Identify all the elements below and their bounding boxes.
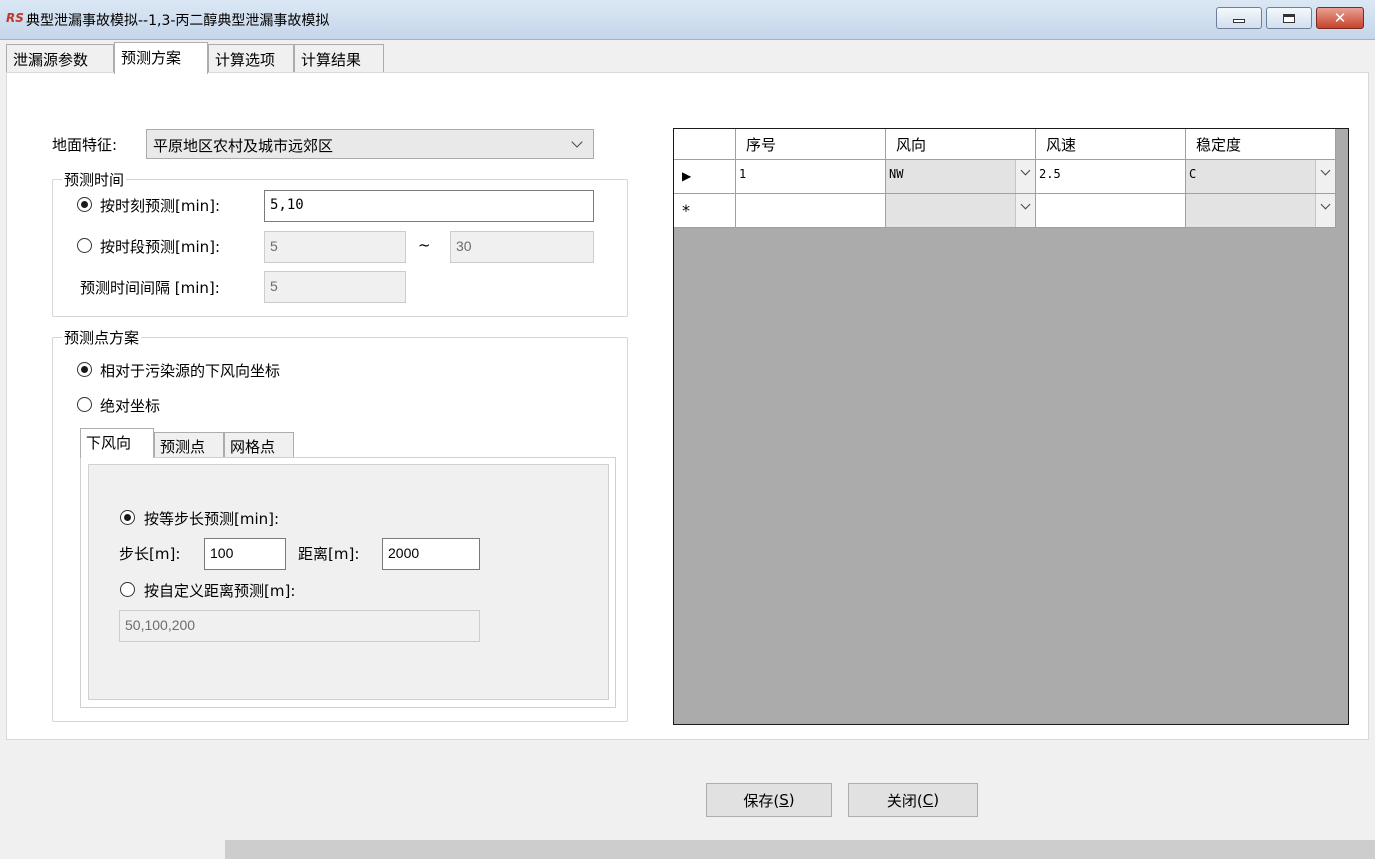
title-bar[interactable]: RS 典型泄漏事故模拟--1,3-丙二醇典型泄漏事故模拟 ✕: [0, 0, 1375, 40]
distance-label: 距离[m]:: [298, 545, 360, 563]
app-logo-icon: RS: [6, 11, 24, 25]
minimize-button[interactable]: [1216, 7, 1262, 29]
column-header-speed[interactable]: 风速: [1036, 129, 1186, 160]
close-button[interactable]: 关闭(C): [848, 783, 978, 817]
stability-dropdown-button[interactable]: [1315, 194, 1335, 227]
chevron-down-icon: [1320, 165, 1331, 176]
ground-feature-value: 平原地区农村及城市远郊区: [153, 137, 334, 155]
column-header-stability[interactable]: 稳定度: [1186, 129, 1336, 160]
maximize-button[interactable]: [1266, 7, 1312, 29]
step-label: 步长[m]:: [119, 545, 181, 563]
chevron-down-icon: [571, 136, 583, 148]
column-header-direction[interactable]: 风向: [886, 129, 1036, 160]
range-from-input[interactable]: 5: [264, 231, 406, 263]
step-mode-label: 按等步长预测[min]:: [144, 510, 280, 528]
radio-unselected-icon: [120, 582, 135, 597]
step-input[interactable]: 100: [204, 538, 286, 570]
grid-cell-speed[interactable]: 2.5: [1036, 160, 1186, 194]
grid-new-cell-direction-select[interactable]: [886, 194, 1036, 228]
row-header-new[interactable]: *: [674, 194, 736, 228]
grid-cell-stability-value: C: [1189, 167, 1197, 181]
radio-unselected-icon: [77, 238, 92, 253]
save-shortcut-key: S: [779, 791, 789, 809]
direction-dropdown-button[interactable]: [1015, 160, 1035, 193]
radio-selected-icon: [77, 362, 92, 377]
range-to-input[interactable]: 30: [450, 231, 594, 263]
moment-radio[interactable]: [77, 197, 92, 216]
chevron-down-icon: [1320, 199, 1331, 210]
close-shortcut-key: C: [922, 791, 934, 809]
grid-cell-direction-select[interactable]: NW: [886, 160, 1036, 194]
grid-cell-stability-select[interactable]: C: [1186, 160, 1336, 194]
direction-dropdown-button[interactable]: [1015, 194, 1035, 227]
close-window-button[interactable]: ✕: [1316, 7, 1364, 29]
close-icon: ✕: [1333, 8, 1347, 27]
step-mode-radio[interactable]: [120, 510, 135, 529]
tab-calc-results[interactable]: 计算结果: [294, 44, 384, 72]
tab-downwind[interactable]: 下风向: [80, 428, 154, 458]
grid-cell-direction-value: NW: [889, 167, 904, 181]
custom-distance-radio[interactable]: [120, 582, 135, 601]
grid-cell-index[interactable]: 1: [736, 160, 886, 194]
chevron-down-icon: [1020, 165, 1031, 176]
relative-coord-label: 相对于污染源的下风向坐标: [100, 362, 281, 380]
save-button[interactable]: 保存(S): [706, 783, 832, 817]
grid-corner-header: [674, 129, 736, 160]
tab-calc-options[interactable]: 计算选项: [208, 44, 294, 72]
grid-new-cell-speed[interactable]: [1036, 194, 1186, 228]
column-header-index[interactable]: 序号: [736, 129, 886, 160]
close-button-label: 关闭(: [886, 791, 923, 810]
prediction-points-title: 预测点方案: [62, 327, 142, 348]
chevron-down-icon: [1020, 199, 1031, 210]
range-label: 按时段预测[min]:: [100, 238, 221, 256]
horizontal-scrollbar-thumb[interactable]: [225, 840, 1375, 859]
absolute-coord-radio[interactable]: [77, 397, 92, 416]
moment-input[interactable]: 5,10: [264, 190, 594, 222]
radio-selected-icon: [120, 510, 135, 525]
radio-selected-icon: [77, 197, 92, 212]
weather-grid[interactable]: 序号 风向 风速 稳定度 ▶ 1 NW 2.5 C *: [673, 128, 1349, 725]
custom-distance-label: 按自定义距离预测[m]:: [144, 582, 296, 600]
tab-predict-points[interactable]: 预测点: [154, 432, 224, 458]
stability-dropdown-button[interactable]: [1315, 160, 1335, 193]
close-button-suffix: ): [933, 791, 940, 809]
prediction-time-title: 预测时间: [62, 169, 127, 190]
range-separator: ~: [418, 236, 431, 254]
tab-leak-source[interactable]: 泄漏源参数: [6, 44, 114, 72]
radio-unselected-icon: [77, 397, 92, 412]
grid-new-cell-stability-select[interactable]: [1186, 194, 1336, 228]
ground-feature-select[interactable]: 平原地区农村及城市远郊区: [146, 129, 594, 159]
absolute-coord-label: 绝对坐标: [100, 397, 161, 415]
ground-feature-label: 地面特征:: [52, 136, 118, 154]
window-title: 典型泄漏事故模拟--1,3-丙二醇典型泄漏事故模拟: [26, 13, 330, 29]
interval-label: 预测时间间隔 [min]:: [80, 279, 220, 297]
grid-new-cell-index[interactable]: [736, 194, 886, 228]
minimize-icon: [1233, 19, 1245, 23]
range-radio[interactable]: [77, 238, 92, 257]
relative-coord-radio[interactable]: [77, 362, 92, 381]
maximize-icon: [1283, 13, 1295, 23]
row-header-current[interactable]: ▶: [674, 160, 736, 194]
tab-prediction-plan[interactable]: 预测方案: [114, 42, 208, 74]
distance-input[interactable]: 2000: [382, 538, 480, 570]
moment-label: 按时刻预测[min]:: [100, 197, 221, 215]
save-button-suffix: ): [788, 791, 795, 809]
custom-distance-input[interactable]: 50,100,200: [119, 610, 480, 642]
interval-input[interactable]: 5: [264, 271, 406, 303]
tab-grid-points[interactable]: 网格点: [224, 432, 294, 458]
save-button-label: 保存(: [743, 791, 780, 810]
